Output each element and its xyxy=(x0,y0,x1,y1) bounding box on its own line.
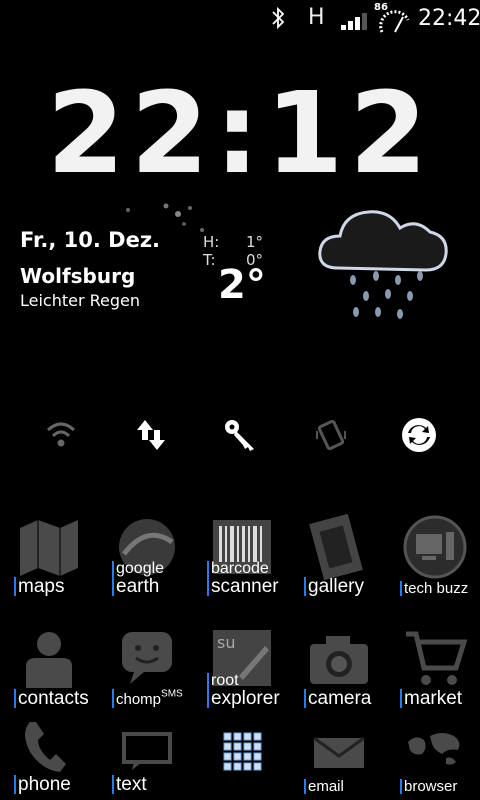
rotation-toggle[interactable] xyxy=(306,410,356,460)
gps-toggle[interactable] xyxy=(215,410,265,460)
app-label-google-earth: google earth xyxy=(112,561,164,596)
app-maps[interactable]: maps xyxy=(10,514,90,600)
rain-cloud-icon[interactable] xyxy=(308,196,458,336)
data-toggle[interactable] xyxy=(126,410,176,460)
film-strip-icon xyxy=(309,514,363,580)
app-gallery[interactable]: gallery xyxy=(300,514,380,600)
sync-icon xyxy=(402,418,436,452)
chat-bubble-icon xyxy=(122,632,172,684)
app-contacts[interactable]: contacts xyxy=(10,626,90,712)
app-label-phone: phone xyxy=(14,775,71,794)
app-phone[interactable]: phone xyxy=(10,712,90,798)
app-label-chomp-sms: chompSMS xyxy=(112,689,183,708)
clock-widget[interactable]: 22:12 xyxy=(0,69,480,199)
world-map-icon xyxy=(408,733,460,765)
high-label: H: xyxy=(203,233,220,251)
weather-city[interactable]: Wolfsburg xyxy=(20,264,135,288)
app-label-gallery: gallery xyxy=(304,577,364,596)
weather-condition: Leichter Regen xyxy=(20,291,141,310)
computer-icon xyxy=(403,515,467,579)
app-market[interactable]: market xyxy=(396,626,476,712)
data-arrows-icon xyxy=(137,420,165,450)
person-icon xyxy=(26,632,72,688)
app-chomp-sms[interactable]: chompSMS xyxy=(108,626,188,712)
key-icon xyxy=(225,420,254,451)
envelope-icon xyxy=(313,736,365,768)
app-label-barcode-scanner: barcode scanner xyxy=(207,561,279,596)
app-drawer-button[interactable] xyxy=(203,712,283,798)
low-label: T: xyxy=(203,251,216,269)
svg-text:su: su xyxy=(217,633,235,652)
app-browser[interactable]: browser xyxy=(396,712,476,798)
app-drawer-grid-icon xyxy=(223,732,262,771)
app-label-browser: browser xyxy=(400,779,457,794)
battery-gauge-icon xyxy=(379,10,410,33)
app-text[interactable]: text xyxy=(108,712,188,798)
network-type: H xyxy=(308,5,325,30)
app-label-market: market xyxy=(400,689,462,708)
status-time: 22:42 xyxy=(418,6,480,31)
app-root-explorer[interactable]: su root explorer xyxy=(203,626,283,712)
app-camera[interactable]: camera xyxy=(300,626,380,712)
wifi-icon xyxy=(46,422,76,447)
auto-rotate-icon xyxy=(316,419,346,451)
app-label-email: email xyxy=(304,779,344,794)
map-icon xyxy=(20,520,78,576)
app-barcode-scanner[interactable]: barcode scanner xyxy=(203,514,283,600)
app-label-camera: camera xyxy=(304,689,371,708)
camera-icon xyxy=(310,636,368,684)
high-value: 1° xyxy=(246,233,264,251)
app-label-maps: maps xyxy=(14,577,64,596)
signal-strength-icon xyxy=(341,13,367,30)
app-google-earth[interactable]: google earth xyxy=(108,514,188,600)
app-label-text: text xyxy=(112,775,147,794)
clock-time: 22:12 xyxy=(47,70,434,182)
wifi-toggle[interactable] xyxy=(36,410,86,460)
phone-icon xyxy=(25,722,66,772)
clock-display: 22:12 xyxy=(47,69,434,199)
shopping-cart-icon xyxy=(406,631,468,685)
weather-date: Fr., 10. Dez. xyxy=(20,228,161,252)
app-label-tech-buzz: tech buzz xyxy=(400,581,468,596)
app-tech-buzz[interactable]: tech buzz xyxy=(396,514,476,600)
bluetooth-icon xyxy=(272,6,285,30)
app-label-contacts: contacts xyxy=(14,689,89,708)
status-bar: H 86 22:42 xyxy=(0,0,480,38)
app-label-root-explorer: root explorer xyxy=(207,673,280,708)
current-temperature: 2° xyxy=(218,262,266,308)
sync-toggle[interactable] xyxy=(394,410,444,460)
message-icon xyxy=(122,732,172,770)
app-email[interactable]: email xyxy=(300,712,380,798)
